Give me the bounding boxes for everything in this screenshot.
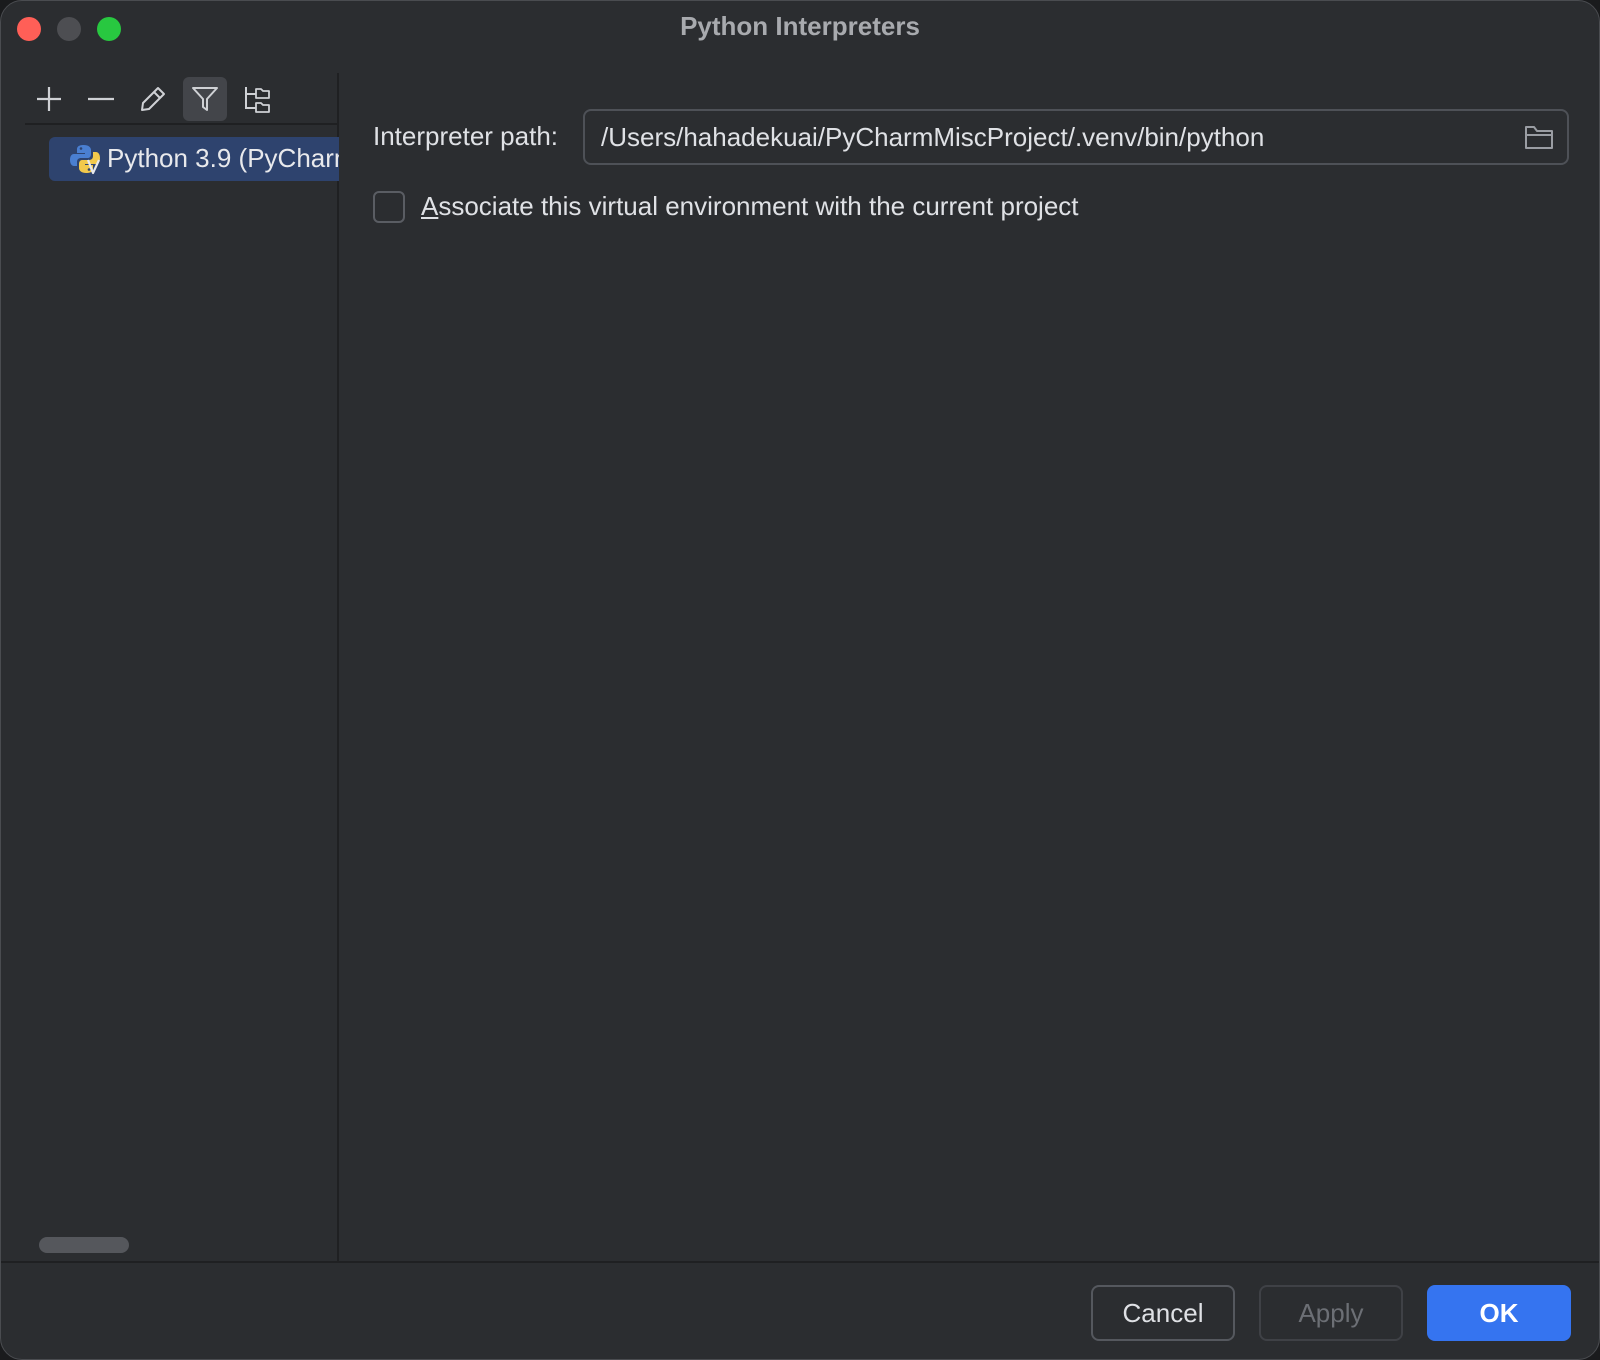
ok-button[interactable]: OK	[1427, 1285, 1571, 1341]
associate-project-label-text: ssociate this virtual environment with t…	[438, 191, 1079, 221]
filter-icon	[192, 87, 218, 111]
window-title: Python Interpreters	[680, 11, 920, 41]
interpreter-list-item[interactable]: Python 3.9 (PyCharmMiscProject)	[49, 137, 339, 181]
interpreter-list-pane: Python 3.9 (PyCharmMiscProject)	[1, 73, 339, 1261]
folder-icon[interactable]	[1523, 123, 1555, 151]
apply-button[interactable]: Apply	[1259, 1285, 1403, 1341]
filter-button[interactable]	[183, 77, 227, 121]
interpreter-list-item-label: Python 3.9 (PyCharmMiscProject)	[107, 143, 339, 173]
show-paths-button[interactable]	[235, 77, 279, 121]
interpreter-toolbar	[25, 73, 339, 125]
edit-interpreter-button[interactable]	[131, 77, 175, 121]
title-bar: Python Interpreters	[1, 1, 1599, 57]
python-interpreters-dialog: Python Interpreters Python 3.9 (PyChar I…	[0, 0, 1600, 1360]
add-interpreter-button[interactable]	[27, 77, 71, 121]
interpreter-path-input[interactable]	[601, 119, 1501, 155]
dialog-footer: Cancel Apply OK	[1, 1261, 1599, 1359]
associate-project-mnemonic: A	[421, 191, 439, 221]
python-venv-icon	[70, 145, 100, 175]
horizontal-scrollbar[interactable]	[39, 1237, 129, 1253]
interpreter-path-label: Interpreter path:	[373, 121, 558, 151]
interpreter-details-pane: Interpreter path: Associate this virtual…	[341, 73, 1599, 1261]
associate-project-checkbox[interactable]	[373, 191, 405, 223]
minus-icon	[88, 97, 114, 101]
cancel-button[interactable]: Cancel	[1091, 1285, 1235, 1341]
pencil-icon	[141, 87, 165, 111]
interpreter-path-field[interactable]	[583, 109, 1569, 165]
remove-interpreter-button[interactable]	[79, 77, 123, 121]
associate-project-label[interactable]: Associate this virtual environment with …	[421, 191, 1079, 222]
plus-icon	[37, 87, 61, 111]
tree-structure-icon	[245, 87, 270, 113]
